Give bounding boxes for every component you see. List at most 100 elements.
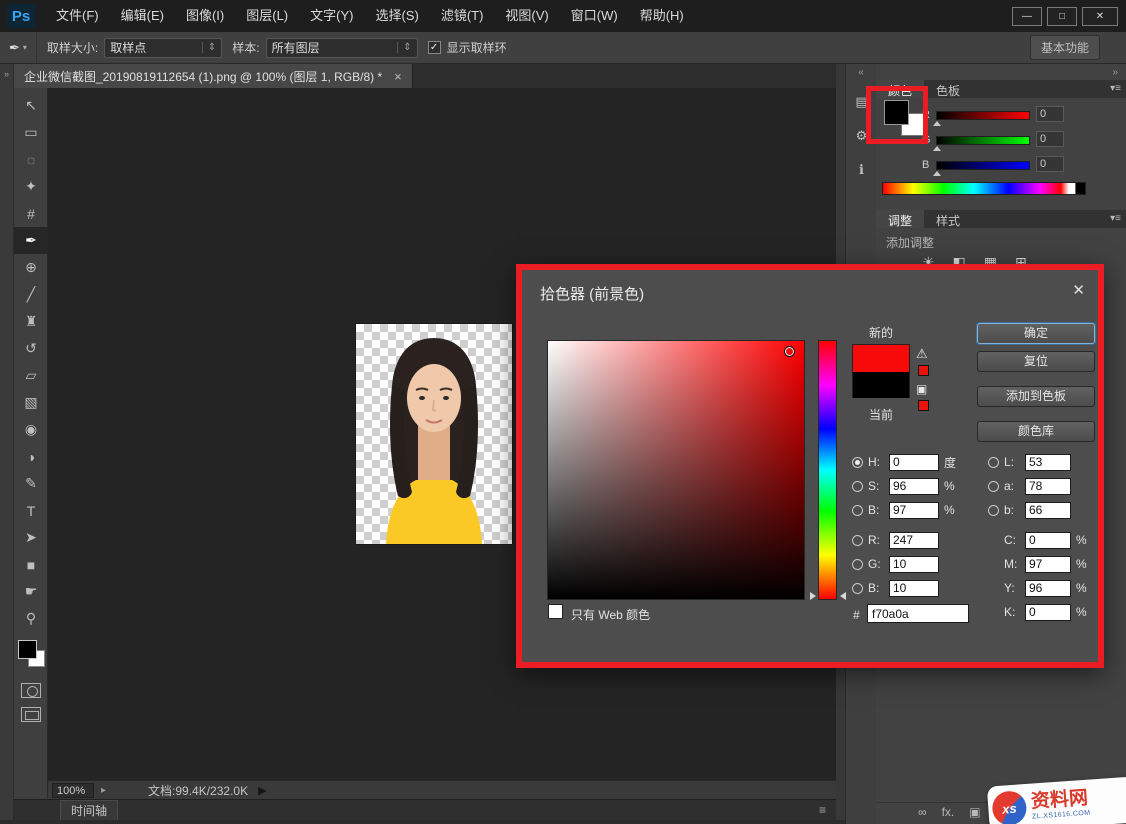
- lasso-tool[interactable]: ◌: [14, 146, 48, 173]
- red-slider-thumb[interactable]: [933, 121, 941, 126]
- link-layers-icon[interactable]: ∞: [918, 805, 927, 819]
- tab-swatches[interactable]: 色板: [924, 80, 972, 98]
- gradient-tool[interactable]: ▧: [14, 389, 48, 416]
- path-selection-tool[interactable]: ➤: [14, 524, 48, 551]
- healing-brush-tool[interactable]: ⊕: [14, 254, 48, 281]
- brightness-radio[interactable]: [852, 505, 863, 516]
- dialog-close-icon[interactable]: ✕: [1072, 281, 1085, 299]
- hue-radio[interactable]: [852, 457, 863, 468]
- hand-tool[interactable]: ☛: [14, 578, 48, 605]
- lab-b-radio[interactable]: [988, 505, 999, 516]
- layer-mask-icon[interactable]: ▣: [969, 805, 980, 819]
- gamut-warning-icon[interactable]: ⚠: [916, 346, 928, 362]
- status-flyout-icon[interactable]: ▶: [258, 784, 266, 797]
- add-to-swatches-button[interactable]: 添加到色板: [977, 386, 1095, 407]
- saturation-input[interactable]: [889, 478, 939, 495]
- lab-b-input[interactable]: [1025, 502, 1071, 519]
- color-field-marker[interactable]: [784, 346, 795, 357]
- panel-menu-icon[interactable]: ▾≡: [1110, 83, 1121, 94]
- green-input[interactable]: [889, 556, 939, 573]
- menu-filter[interactable]: 滤镜(T): [430, 0, 495, 32]
- close-document-icon[interactable]: ×: [394, 69, 402, 84]
- lab-a-radio[interactable]: [988, 481, 999, 492]
- document-tab[interactable]: 企业微信截图_20190819112654 (1).png @ 100% (图层…: [14, 64, 413, 88]
- left-dock-strip[interactable]: »: [0, 64, 14, 824]
- clone-stamp-tool[interactable]: ♜: [14, 308, 48, 335]
- move-tool[interactable]: ↖: [14, 92, 48, 119]
- crop-tool[interactable]: #: [14, 200, 48, 227]
- zoom-level-field[interactable]: 100%: [52, 783, 94, 798]
- menu-help[interactable]: 帮助(H): [629, 0, 695, 32]
- workspace-switcher-button[interactable]: 基本功能: [1030, 35, 1100, 60]
- blue-slider-thumb[interactable]: [933, 171, 941, 176]
- panel-menu-icon[interactable]: ▾≡: [1110, 213, 1121, 224]
- eyedropper-tool[interactable]: ✒: [14, 227, 48, 254]
- menu-view[interactable]: 视图(V): [494, 0, 559, 32]
- pen-tool[interactable]: ✎: [14, 470, 48, 497]
- red-input[interactable]: [889, 532, 939, 549]
- blue-value-field[interactable]: 0: [1036, 156, 1064, 172]
- menu-file[interactable]: 文件(F): [45, 0, 110, 32]
- menu-image[interactable]: 图像(I): [175, 0, 235, 32]
- green-slider[interactable]: [936, 136, 1030, 145]
- color-spectrum-ramp[interactable]: [882, 182, 1086, 195]
- dodge-tool[interactable]: ◑: [14, 443, 48, 470]
- shape-tool[interactable]: ■: [14, 551, 48, 578]
- green-value-field[interactable]: 0: [1036, 131, 1064, 147]
- web-warning-icon[interactable]: ▣: [916, 382, 927, 396]
- quick-selection-tool[interactable]: ✦: [14, 173, 48, 200]
- saturation-brightness-field[interactable]: [547, 340, 805, 600]
- brush-tool[interactable]: ╱: [14, 281, 48, 308]
- red-radio[interactable]: [852, 535, 863, 546]
- lab-l-input[interactable]: [1025, 454, 1071, 471]
- menu-select[interactable]: 选择(S): [364, 0, 429, 32]
- blue-slider[interactable]: [936, 161, 1030, 170]
- timeline-menu-icon[interactable]: ≡: [819, 803, 826, 817]
- ok-button[interactable]: 确定: [977, 323, 1095, 344]
- layer-style-icon[interactable]: fx.: [942, 805, 955, 819]
- foreground-color-swatch[interactable]: [18, 640, 37, 659]
- eraser-tool[interactable]: ▱: [14, 362, 48, 389]
- tool-preset-picker[interactable]: ✒ ▾: [0, 32, 37, 63]
- hue-slider[interactable]: [818, 340, 837, 600]
- type-tool[interactable]: T: [14, 497, 48, 524]
- marquee-tool[interactable]: ▭: [14, 119, 48, 146]
- close-button[interactable]: ✕: [1082, 7, 1118, 26]
- sample-dropdown[interactable]: 所有图层 ⇕: [266, 38, 418, 58]
- minimize-button[interactable]: —: [1012, 7, 1042, 26]
- show-sampling-ring-checkbox[interactable]: ✓: [428, 41, 441, 54]
- web-colors-only-checkbox[interactable]: [548, 604, 563, 619]
- red-value-field[interactable]: 0: [1036, 106, 1064, 122]
- menu-type[interactable]: 文字(Y): [299, 0, 364, 32]
- magenta-input[interactable]: [1025, 556, 1071, 573]
- current-color-swatch[interactable]: [853, 372, 909, 398]
- timeline-tab[interactable]: 时间轴: [60, 800, 118, 821]
- web-nearest-color-swatch[interactable]: [918, 400, 929, 411]
- green-slider-thumb[interactable]: [933, 146, 941, 151]
- brightness-input[interactable]: [889, 502, 939, 519]
- tab-styles[interactable]: 样式: [924, 210, 972, 228]
- saturation-radio[interactable]: [852, 481, 863, 492]
- hue-slider-right-arrow[interactable]: [840, 592, 846, 600]
- tab-adjustments[interactable]: 调整: [876, 210, 924, 228]
- color-libraries-button[interactable]: 颜色库: [977, 421, 1095, 442]
- hue-slider-left-arrow[interactable]: [810, 592, 816, 600]
- sample-size-dropdown[interactable]: 取样点 ⇕: [104, 38, 222, 58]
- foreground-background-swatches[interactable]: [14, 638, 48, 674]
- blur-tool[interactable]: ◉: [14, 416, 48, 443]
- red-slider[interactable]: [936, 111, 1030, 120]
- gamut-nearest-color-swatch[interactable]: [918, 365, 929, 376]
- green-radio[interactable]: [852, 559, 863, 570]
- menu-layer[interactable]: 图层(L): [235, 0, 299, 32]
- expand-panels-icon[interactable]: »: [876, 64, 1126, 80]
- status-options-icon[interactable]: ▸: [101, 785, 106, 796]
- lab-a-input[interactable]: [1025, 478, 1071, 495]
- history-brush-tool[interactable]: ↺: [14, 335, 48, 362]
- quick-mask-button[interactable]: [21, 683, 41, 698]
- hue-input[interactable]: [889, 454, 939, 471]
- screen-mode-button[interactable]: [21, 707, 41, 722]
- blue-input[interactable]: [889, 580, 939, 597]
- zoom-tool[interactable]: ⚲: [14, 605, 48, 632]
- yellow-input[interactable]: [1025, 580, 1071, 597]
- reset-button[interactable]: 复位: [977, 351, 1095, 372]
